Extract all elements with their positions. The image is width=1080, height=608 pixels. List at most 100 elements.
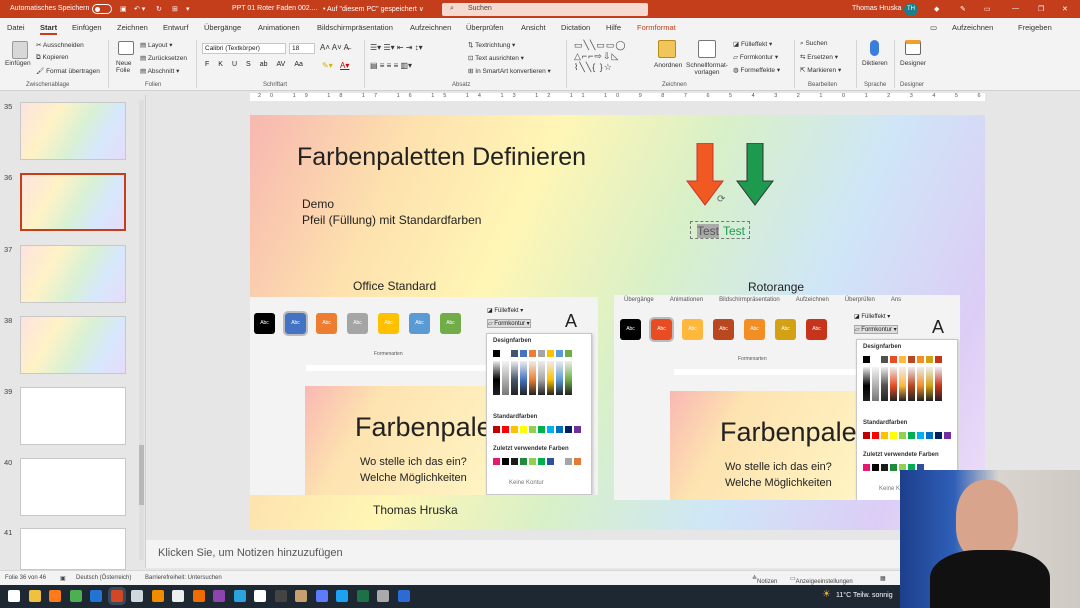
obs-icon[interactable]	[274, 590, 287, 602]
slide-thumbnail[interactable]	[20, 245, 126, 303]
label-rotorange[interactable]: Rotorange	[748, 280, 804, 294]
color-swatch[interactable]	[529, 350, 536, 357]
color-swatch[interactable]	[926, 356, 933, 363]
tab-datei[interactable]: Datei	[7, 23, 25, 32]
color-swatch[interactable]	[863, 356, 870, 363]
color-swatch[interactable]	[917, 432, 924, 439]
font-size-select[interactable]: 18	[289, 43, 315, 54]
color-swatch[interactable]	[538, 350, 545, 357]
color-swatch[interactable]	[547, 350, 554, 357]
app-icon[interactable]	[254, 590, 266, 602]
color-shade-column[interactable]	[529, 361, 536, 395]
color-swatch[interactable]	[917, 356, 924, 363]
rotate-handle-icon[interactable]: ⟳	[717, 194, 725, 205]
shape-style-swatch[interactable]: Abc	[378, 313, 399, 334]
color-swatch[interactable]	[502, 426, 509, 433]
quick-styles-icon[interactable]	[698, 40, 716, 58]
color-swatch[interactable]	[890, 464, 897, 471]
color-shade-column[interactable]	[917, 367, 924, 401]
no-outline-option[interactable]: Keine Kontur	[509, 480, 544, 486]
app-icon[interactable]	[131, 590, 143, 602]
arrange-button[interactable]: Anordnen	[654, 62, 682, 69]
color-shade-column[interactable]	[538, 361, 545, 395]
tab-bildschirmpräsentation[interactable]: Bildschirmpräsentation	[317, 23, 393, 32]
color-swatch[interactable]	[944, 432, 951, 439]
share-button[interactable]: Freigeben	[1018, 23, 1052, 32]
arrows-group[interactable]	[685, 143, 785, 209]
edge-icon[interactable]	[336, 590, 348, 602]
copy-button[interactable]: ⧉ Kopieren	[36, 54, 68, 62]
shape-style-swatch[interactable]: Abc	[620, 319, 641, 340]
color-swatch[interactable]	[556, 426, 563, 433]
color-swatch[interactable]	[493, 458, 500, 465]
app-icon[interactable]	[315, 590, 328, 602]
shape-fill-button[interactable]: ◪ Fülleffekt ▾	[733, 40, 772, 48]
color-shade-column[interactable]	[872, 367, 879, 401]
font-color-icon[interactable]: A▾	[340, 61, 349, 70]
excel-icon[interactable]	[356, 590, 369, 602]
shape-style-swatch[interactable]: Abc	[283, 311, 308, 336]
powerpoint-icon[interactable]	[110, 590, 123, 602]
record-button[interactable]: Aufzeichnen	[952, 23, 993, 32]
weather-text[interactable]: 11°C Teilw. sonnig	[836, 592, 893, 599]
color-swatch[interactable]	[872, 432, 879, 439]
color-swatch[interactable]	[529, 426, 536, 433]
replace-button[interactable]: ⇆ Ersetzen ▾	[800, 53, 838, 61]
color-swatch[interactable]	[511, 458, 518, 465]
slide-title[interactable]: Farbenpaletten Definieren	[297, 143, 586, 172]
notes-pane[interactable]: Klicken Sie, um Notizen hinzuzufügen	[146, 540, 900, 568]
tab-ansicht[interactable]: Ansicht	[521, 23, 546, 32]
section-button[interactable]: ▤ Abschnitt ▾	[140, 67, 179, 75]
color-swatch[interactable]	[502, 458, 509, 465]
app-icon[interactable]	[377, 590, 389, 602]
shape-style-swatch[interactable]: Abc	[316, 313, 337, 334]
color-swatch[interactable]	[890, 432, 897, 439]
tab-dictation[interactable]: Dictation	[561, 23, 590, 32]
tab-einfügen[interactable]: Einfügen	[72, 23, 102, 32]
font-format-button[interactable]: ab	[260, 61, 268, 68]
color-shade-column[interactable]	[556, 361, 563, 395]
test-text-green[interactable]: Test	[723, 224, 745, 238]
color-swatch[interactable]	[899, 432, 906, 439]
color-shade-column[interactable]	[565, 361, 572, 395]
color-swatch[interactable]	[520, 350, 527, 357]
color-shade-column[interactable]	[863, 367, 870, 401]
dictate-button[interactable]: Diktieren	[862, 60, 888, 67]
minimize-icon[interactable]: —	[1012, 5, 1019, 12]
tab-start[interactable]: Start	[40, 23, 58, 35]
app-icon[interactable]	[192, 590, 205, 602]
customize-icon[interactable]: ▾	[186, 5, 190, 13]
color-shade-column[interactable]	[881, 367, 888, 401]
app-icon[interactable]	[295, 590, 307, 602]
color-shade-column[interactable]	[899, 367, 906, 401]
microphone-icon[interactable]	[870, 40, 879, 56]
outline-button[interactable]: ▱ Formkontur ▾	[487, 319, 531, 328]
color-swatch[interactable]	[520, 458, 527, 465]
color-shade-column[interactable]	[502, 361, 509, 395]
pen-icon[interactable]: ✎	[960, 5, 966, 13]
onenote-icon[interactable]	[213, 590, 225, 602]
slide-thumbnail[interactable]	[20, 173, 126, 231]
arrange-icon[interactable]	[658, 40, 676, 58]
color-shade-column[interactable]	[493, 361, 500, 395]
color-shade-column[interactable]	[926, 367, 933, 401]
ribbon-display-icon[interactable]: ▭	[984, 5, 991, 13]
text-direction-button[interactable]: ⇅ Textrichtung ▾	[468, 41, 515, 49]
shape-outline-button[interactable]: ▱ Formkontur ▾	[733, 53, 778, 61]
new-slide-button[interactable]: Neue Folie	[116, 60, 138, 74]
app-icon[interactable]	[397, 590, 410, 602]
label-office-standard[interactable]: Office Standard	[353, 279, 436, 293]
spellcheck-icon[interactable]: ▣	[60, 575, 66, 582]
fill-button[interactable]: ◪ Fülleffekt ▾	[854, 313, 890, 320]
search-input[interactable]: ⌕ Suchen	[442, 3, 648, 16]
color-swatch[interactable]	[863, 464, 870, 471]
firefox-icon[interactable]	[49, 590, 61, 602]
color-shade-column[interactable]	[908, 367, 915, 401]
smartart-button[interactable]: ⊞ In SmartArt konvertieren ▾	[468, 67, 551, 75]
color-shade-column[interactable]	[547, 361, 554, 395]
slide-canvas[interactable]: Farbenpaletten Definieren Demo Pfeil (Fü…	[250, 115, 985, 530]
selected-textbox[interactable]: Test Test	[690, 221, 750, 239]
fill-button[interactable]: ◪ Fülleffekt ▾	[487, 307, 523, 314]
shape-style-swatch[interactable]: Abc	[440, 313, 461, 334]
avatar[interactable]: TH	[904, 3, 918, 16]
